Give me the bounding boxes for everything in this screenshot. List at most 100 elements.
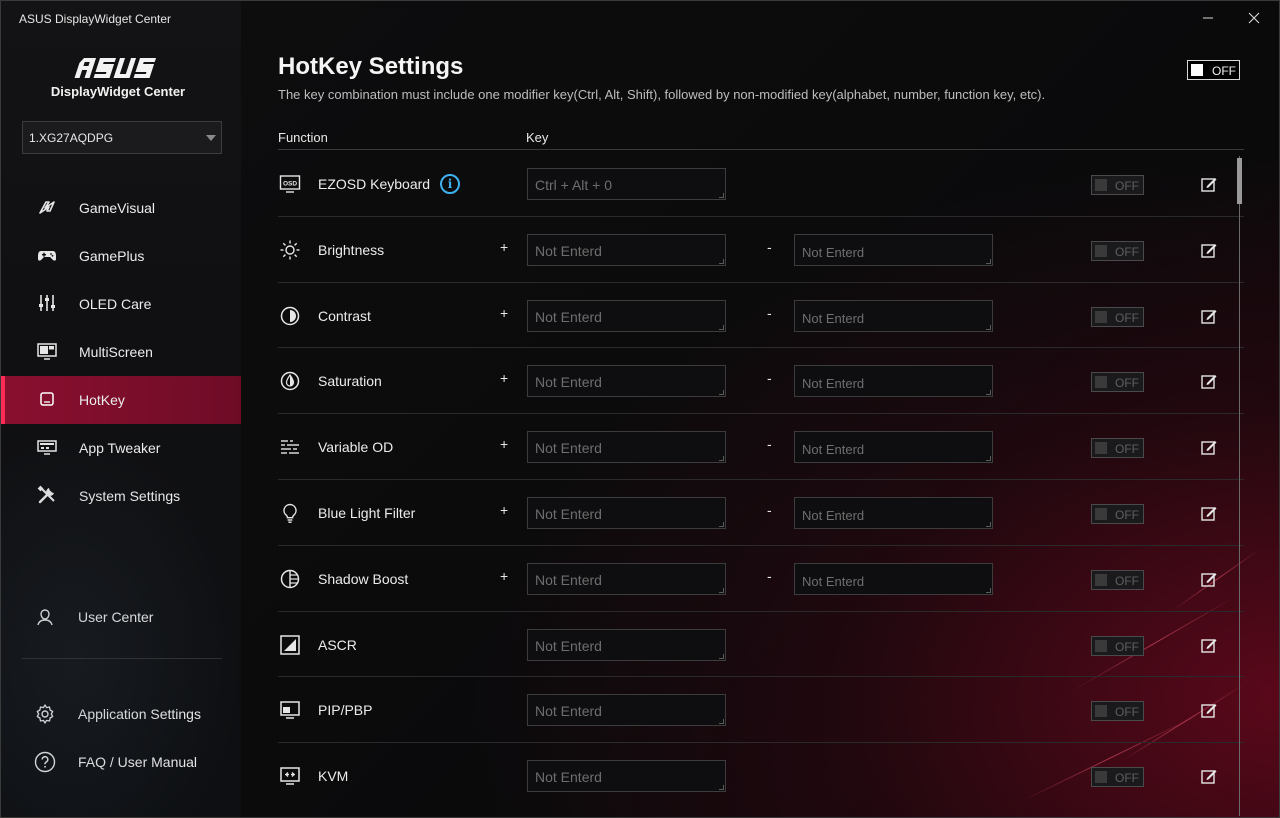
- edit-icon[interactable]: [1200, 701, 1218, 719]
- edit-icon[interactable]: [1200, 570, 1218, 588]
- sidebar-item-label: MultiScreen: [79, 344, 153, 360]
- sidebar-item-label: GameVisual: [79, 200, 156, 216]
- hotkey-input-increase[interactable]: Not Enterd: [527, 496, 726, 529]
- row-toggle[interactable]: OFF: [1091, 503, 1144, 524]
- toggle-state: OFF: [1115, 507, 1139, 522]
- decrease-label: -: [767, 238, 772, 255]
- edit-icon[interactable]: [1200, 767, 1218, 785]
- hotkey-row: PIP/PBP Not Enterd OFF: [278, 677, 1244, 744]
- hotkey-input-decrease[interactable]: Not Enterd: [794, 496, 993, 529]
- toggle-knob: [1191, 64, 1203, 76]
- hotkey-input-value: Not Enterd: [802, 573, 865, 589]
- sidebar-item-app-tweaker[interactable]: App Tweaker: [1, 424, 241, 472]
- monitor-select-value: 1.XG27AQDPG: [29, 131, 114, 145]
- hotkey-input-decrease[interactable]: Not Enterd: [794, 562, 993, 595]
- title-bar: ASUS DisplayWidget Center: [1, 1, 1279, 37]
- close-icon: [1248, 12, 1260, 24]
- row-toggle[interactable]: OFF: [1091, 175, 1144, 195]
- sliders-icon: [39, 295, 55, 311]
- row-toggle[interactable]: OFF: [1091, 767, 1144, 788]
- hotkey-input-value: Not Enterd: [535, 308, 602, 325]
- hotkey-input-value: Not Enterd: [802, 507, 865, 523]
- toggle-knob: [1095, 507, 1107, 520]
- hotkey-input-value: Not Enterd: [535, 769, 602, 786]
- sidebar-item-gamevisual[interactable]: GameVisual: [1, 184, 241, 232]
- row-toggle[interactable]: OFF: [1091, 240, 1144, 261]
- toggle-state: OFF: [1115, 442, 1139, 457]
- sidebar-item-label: System Settings: [79, 488, 181, 504]
- hotkey-input-decrease[interactable]: Not Enterd: [794, 299, 993, 332]
- sidebar-item-system-settings[interactable]: System Settings: [1, 472, 241, 520]
- sidebar-item-oled-care[interactable]: OLED Care: [1, 280, 241, 328]
- scrollbar[interactable]: [1237, 156, 1243, 816]
- hotkey-icon: [40, 392, 54, 406]
- hotkey-input-value: Not Enterd: [802, 244, 865, 260]
- scrollbar-track: [1239, 156, 1240, 816]
- edit-icon[interactable]: [1200, 438, 1218, 456]
- toggle-state: OFF: [1115, 310, 1139, 325]
- minimize-button[interactable]: [1185, 3, 1231, 33]
- increase-label: +: [500, 238, 509, 255]
- function-name: ASCR: [318, 636, 357, 653]
- scrollbar-thumb[interactable]: [1237, 158, 1242, 204]
- function-name: Contrast: [318, 307, 371, 324]
- user-center-button[interactable]: User Center: [1, 597, 241, 637]
- saturation-icon: [280, 372, 300, 391]
- hotkey-input-increase[interactable]: Not Enterd: [527, 233, 726, 266]
- decrease-label: -: [767, 304, 772, 321]
- hotkey-input-increase[interactable]: Not Enterd: [527, 562, 726, 595]
- toggle-knob: [1095, 771, 1107, 784]
- gamevisual-icon: [39, 201, 55, 214]
- decrease-label: -: [767, 567, 772, 584]
- row-toggle[interactable]: OFF: [1091, 372, 1144, 393]
- toggle-knob: [1095, 179, 1107, 191]
- variable-od-icon: [281, 440, 299, 454]
- sidebar-item-multiscreen[interactable]: MultiScreen: [1, 328, 241, 376]
- close-button[interactable]: [1231, 3, 1277, 33]
- hotkey-input-decrease[interactable]: Not Enterd: [794, 233, 993, 266]
- hotkey-input[interactable]: Ctrl + Alt + 0: [527, 168, 726, 200]
- contrast-icon: [280, 306, 300, 325]
- hotkey-input[interactable]: Not Enterd: [527, 628, 726, 661]
- row-toggle[interactable]: OFF: [1091, 569, 1144, 590]
- ascr-icon: [280, 634, 300, 655]
- info-icon[interactable]: i: [440, 174, 460, 194]
- row-toggle[interactable]: OFF: [1091, 701, 1144, 722]
- hotkey-row: Blue Light Filter + Not Enterd - Not Ent…: [278, 480, 1244, 546]
- user-icon: [37, 609, 53, 626]
- toggle-state: OFF: [1115, 179, 1139, 193]
- edit-icon[interactable]: [1200, 636, 1218, 654]
- hotkey-input-increase[interactable]: Not Enterd: [527, 365, 726, 398]
- application-settings-button[interactable]: Application Settings: [1, 694, 241, 734]
- edit-icon[interactable]: [1200, 372, 1218, 390]
- row-toggle[interactable]: OFF: [1091, 635, 1144, 656]
- hotkey-input-decrease[interactable]: Not Enterd: [794, 365, 993, 398]
- user-center-label: User Center: [78, 609, 154, 625]
- edit-icon[interactable]: [1200, 175, 1218, 193]
- edit-icon[interactable]: [1200, 307, 1218, 325]
- hotkey-input-value: Not Enterd: [802, 310, 865, 326]
- pip-icon: [280, 701, 300, 720]
- hotkey-master-toggle[interactable]: OFF: [1187, 60, 1240, 80]
- edit-icon[interactable]: [1200, 241, 1218, 259]
- hotkey-input-decrease[interactable]: Not Enterd: [794, 431, 993, 464]
- edit-icon[interactable]: [1200, 504, 1218, 522]
- page-title: HotKey Settings: [278, 53, 464, 80]
- sidebar: DisplayWidget Center 1.XG27AQDPG GameVis…: [1, 1, 241, 817]
- toggle-knob: [1095, 244, 1107, 257]
- row-toggle[interactable]: OFF: [1091, 438, 1144, 459]
- row-toggle[interactable]: OFF: [1091, 306, 1144, 327]
- hotkey-input-increase[interactable]: Not Enterd: [527, 431, 726, 464]
- svg-text:OSD: OSD: [283, 181, 297, 188]
- hotkey-input-value: Not Enterd: [535, 505, 602, 522]
- sidebar-item-hotkey[interactable]: HotKey: [1, 376, 241, 424]
- sidebar-item-gameplus[interactable]: GamePlus: [1, 232, 241, 280]
- hotkey-input-value: Not Enterd: [535, 571, 602, 588]
- hotkey-input[interactable]: Not Enterd: [527, 760, 726, 793]
- shadow-boost-icon: [280, 569, 300, 589]
- monitor-select[interactable]: 1.XG27AQDPG: [22, 121, 222, 154]
- hotkey-input[interactable]: Not Enterd: [527, 694, 726, 727]
- faq-user-manual-button[interactable]: FAQ / User Manual: [1, 742, 241, 782]
- hotkey-row: Variable OD + Not Enterd - Not Enterd OF…: [278, 414, 1244, 480]
- hotkey-input-increase[interactable]: Not Enterd: [527, 299, 726, 332]
